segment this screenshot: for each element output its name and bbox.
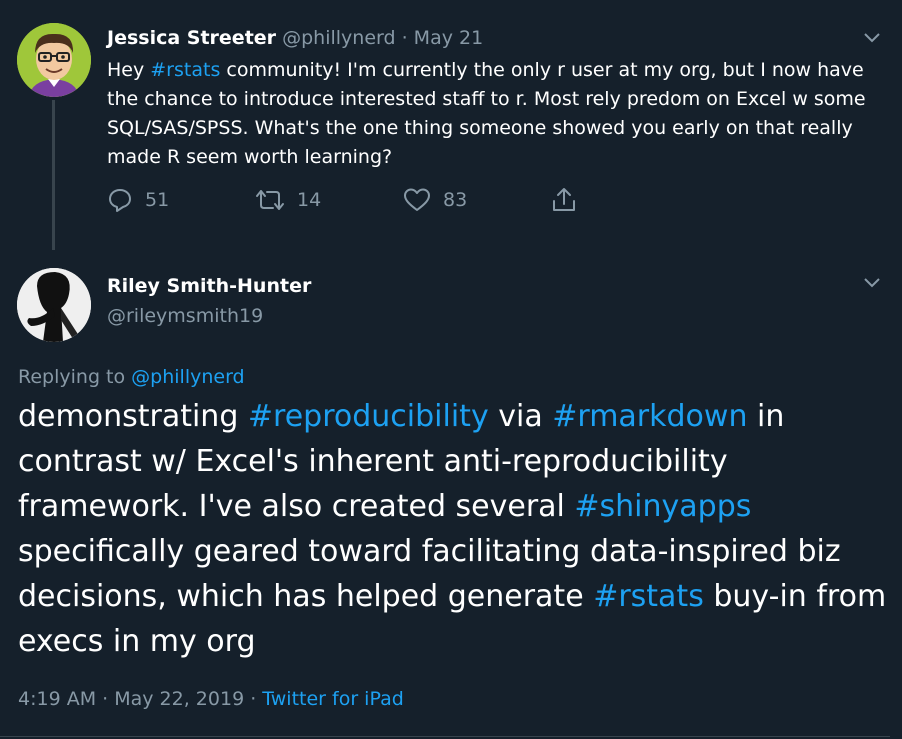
author-name[interactable]: Jessica Streeter (107, 27, 276, 49)
separator: · (395, 27, 414, 49)
tweet-text: demonstrating #reproducibility via #rmar… (18, 394, 888, 664)
replying-to: Replying to @phillynerd (18, 366, 245, 388)
retweet-button[interactable]: 14 (255, 185, 321, 215)
like-count: 83 (443, 189, 468, 211)
separator: · (244, 688, 263, 710)
retweet-count: 14 (297, 189, 322, 211)
thread-line (52, 100, 55, 250)
retweet-icon (256, 190, 284, 210)
tweet-time[interactable]: 4:19 AM (18, 688, 96, 710)
hashtag-link[interactable]: #reproducibility (248, 399, 489, 434)
parent-tweet[interactable]: Jessica Streeter @phillynerd · May 21 He… (0, 0, 902, 250)
tweet-text: Hey #rstats community! I'm currently the… (107, 56, 897, 172)
reply-button[interactable]: 51 (107, 185, 169, 215)
tweet-text-part: community! I'm currently the only r user… (107, 59, 866, 168)
replying-prefix: Replying to (18, 366, 132, 388)
cartoon-avatar-icon (17, 23, 91, 97)
like-icon (404, 188, 430, 211)
share-button[interactable] (551, 185, 577, 215)
hashtag-link[interactable]: #rstats (593, 579, 704, 614)
hashtag-link[interactable]: #rmarkdown (552, 399, 747, 434)
tweet-date[interactable]: May 21 (414, 27, 484, 49)
avatar[interactable] (17, 268, 91, 342)
tweet-text-part: Hey (107, 59, 151, 81)
tweet-meta: 4:19 AM · May 22, 2019 · Twitter for iPa… (18, 688, 404, 710)
hashtag-link[interactable]: #rstats (150, 59, 220, 81)
reply-count: 51 (145, 189, 170, 211)
tweet-date[interactable]: May 22, 2019 (114, 688, 244, 710)
tweet-header: Jessica Streeter @phillynerd · May 21 (107, 27, 483, 49)
avatar[interactable] (17, 23, 91, 97)
author-handle[interactable]: @phillynerd (282, 27, 395, 49)
tweet-text-part: via (488, 399, 553, 434)
chevron-down-icon[interactable] (862, 31, 882, 45)
share-icon (553, 188, 575, 211)
author-handle[interactable]: @rileymsmith19 (107, 305, 263, 327)
reply-icon (109, 189, 131, 212)
mention-link[interactable]: @phillynerd (131, 366, 244, 388)
tweet-text-part: demonstrating (18, 399, 248, 434)
tweet-source-link[interactable]: Twitter for iPad (262, 688, 403, 710)
silhouette-avatar-icon (17, 268, 91, 342)
author-name[interactable]: Riley Smith-Hunter (107, 275, 311, 297)
hashtag-link[interactable]: #shinyapps (574, 489, 751, 524)
divider (0, 736, 890, 737)
like-button[interactable]: 83 (403, 185, 467, 215)
separator: · (96, 688, 115, 710)
chevron-down-icon[interactable] (862, 276, 882, 290)
